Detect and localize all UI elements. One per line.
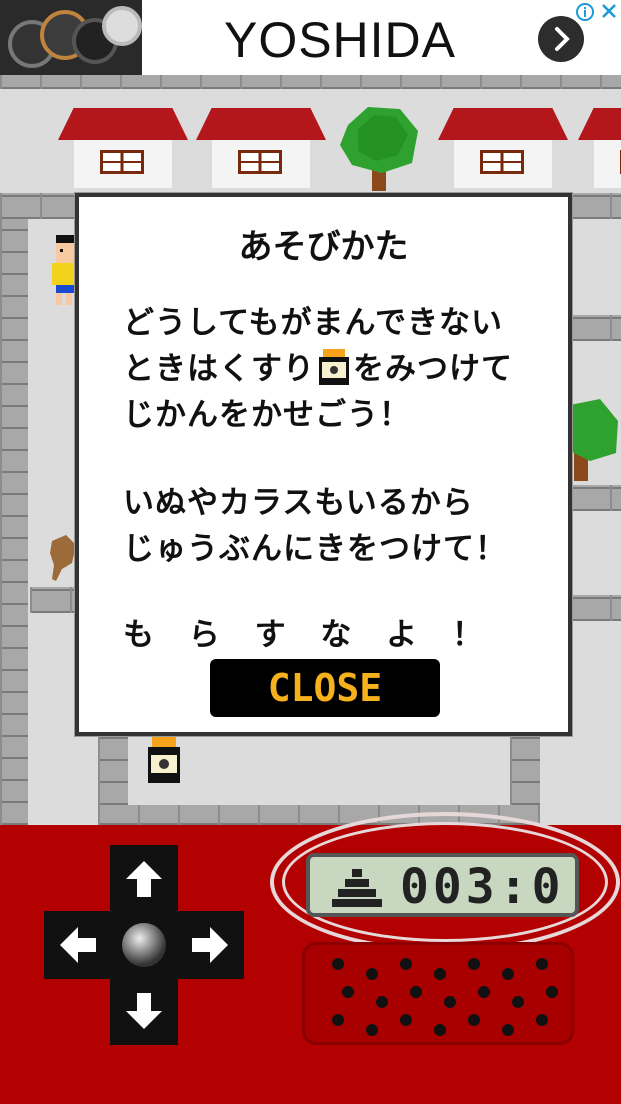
house	[578, 108, 621, 188]
speaker-hole	[332, 958, 344, 970]
dialog-text-line: じかんをかせごう！	[123, 397, 411, 433]
wall	[98, 735, 128, 805]
speaker-hole	[366, 968, 378, 980]
speaker-hole	[434, 1024, 446, 1036]
dpad-up-button[interactable]	[110, 845, 178, 913]
how-to-play-dialog: あそびかた どうしてもがまんできない ときはくすり をみつけて じかんをかせごう…	[75, 193, 572, 736]
speaker-hole	[536, 958, 548, 970]
wall	[570, 595, 621, 621]
speaker-hole	[478, 986, 490, 998]
dialog-text-line: ときはくすり をみつけて	[123, 343, 513, 388]
dialog-text-segment: をみつけて	[353, 351, 513, 387]
dialog-title: あそびかた	[238, 227, 409, 267]
dialog-text-line: どうしてもがまんできない	[123, 305, 503, 341]
player-character	[50, 235, 78, 307]
dialog-text-line: いぬやカラスもいるから	[123, 485, 474, 521]
medicine-item	[148, 737, 180, 783]
speaker-hole	[332, 1014, 344, 1026]
speaker-hole	[434, 968, 446, 980]
dpad-center	[110, 911, 178, 979]
arrow-right-icon	[190, 925, 230, 965]
close-button[interactable]: CLOSE	[210, 659, 440, 717]
speaker-hole	[366, 1024, 378, 1036]
speaker-hole	[376, 996, 388, 1008]
arrow-up-icon	[124, 859, 164, 899]
speaker-hole	[400, 1014, 412, 1026]
speaker-hole	[502, 968, 514, 980]
wall	[30, 587, 80, 613]
dialog-text-line: じゅうぶんにきをつけて！	[123, 531, 507, 567]
wall	[0, 193, 80, 219]
house	[438, 108, 568, 188]
speaker-hole	[468, 1014, 480, 1026]
speaker-grille	[302, 942, 574, 1045]
speaker-hole	[546, 986, 558, 998]
wall	[510, 735, 540, 805]
speaker-hole	[468, 958, 480, 970]
dpad-left-button[interactable]	[44, 911, 112, 979]
wall	[0, 219, 28, 825]
dialog-text-segment: ときはくすり	[123, 351, 315, 387]
tree-icon	[570, 395, 621, 481]
ad-watch-image[interactable]	[0, 0, 142, 75]
top-wall	[0, 75, 621, 89]
arrow-down-icon	[124, 991, 164, 1031]
speaker-hole	[502, 1024, 514, 1036]
house	[58, 108, 188, 188]
poop-icon	[332, 865, 382, 907]
dpad	[44, 845, 244, 1045]
ad-close-icon[interactable]	[600, 2, 618, 20]
dog-enemy	[48, 533, 78, 581]
house	[196, 108, 326, 188]
dpad-down-button[interactable]	[110, 977, 178, 1045]
speaker-hole	[342, 986, 354, 998]
medicine-icon	[319, 349, 349, 385]
arrow-left-icon	[58, 925, 98, 965]
speaker-hole	[410, 986, 422, 998]
timer-value: 003:0	[400, 859, 565, 915]
chevron-right-icon[interactable]	[538, 16, 584, 62]
wall	[570, 193, 621, 219]
ad-banner[interactable]: YOSHIDA	[0, 0, 621, 76]
dpad-right-button[interactable]	[176, 911, 244, 979]
speaker-hole	[536, 1014, 548, 1026]
speaker-hole	[444, 996, 456, 1008]
dialog-text-line: も ら す な よ ！	[123, 617, 484, 653]
wall	[570, 485, 621, 511]
ad-info-icon[interactable]	[575, 2, 595, 22]
speaker-hole	[400, 958, 412, 970]
speaker-hole	[512, 996, 524, 1008]
tree-icon	[338, 105, 422, 191]
timer-display: 003:0	[306, 853, 579, 917]
ad-brand-name[interactable]: YOSHIDA	[150, 0, 530, 75]
wall	[570, 315, 621, 341]
